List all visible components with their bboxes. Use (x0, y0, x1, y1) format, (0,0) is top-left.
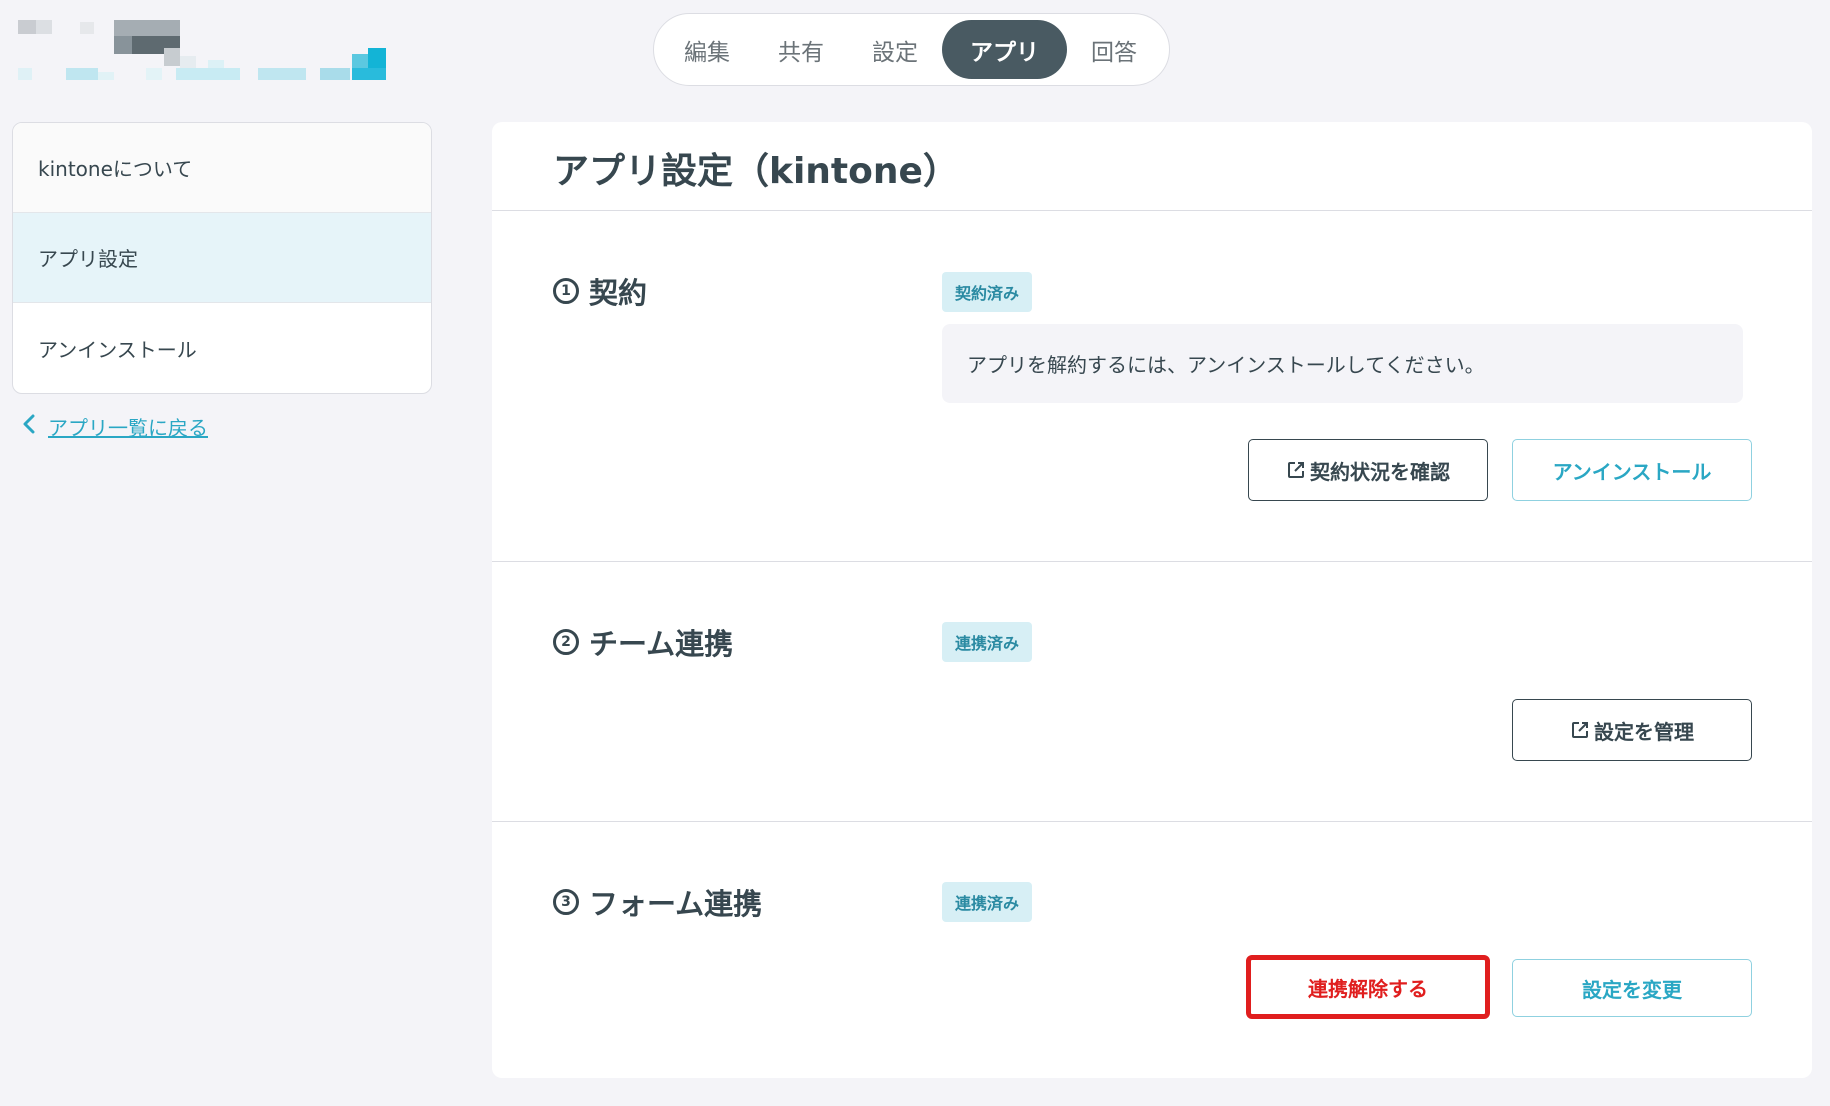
chevron-left-icon (22, 414, 36, 439)
back-to-app-list-link[interactable]: アプリ一覧に戻る (22, 412, 208, 441)
tab-apps[interactable]: アプリ (942, 20, 1067, 79)
external-link-icon (1570, 720, 1590, 740)
app-page: 編集 共有 設定 アプリ 回答 kintoneについて アプリ設定 アンインスト… (0, 0, 1830, 1106)
top-tab-bar: 編集 共有 設定 アプリ 回答 (653, 13, 1170, 86)
section-title-text: チーム連携 (589, 627, 734, 661)
button-label: 契約状況を確認 (1310, 459, 1450, 484)
sidebar-item-app-settings[interactable]: アプリ設定 (13, 213, 431, 303)
section-title-text: フォーム連携 (589, 887, 763, 921)
sidebar-item-about-kintone[interactable]: kintoneについて (13, 123, 431, 213)
section-team-integration-title: 2 チーム連携 (553, 621, 733, 663)
manage-settings-button[interactable]: 設定を管理 (1512, 699, 1752, 761)
circled-number-icon: 3 (553, 889, 579, 915)
external-link-icon (1286, 460, 1306, 480)
team-integration-status-badge: 連携済み (942, 622, 1033, 662)
uninstall-button[interactable]: アンインストール (1512, 439, 1752, 501)
check-contract-status-button[interactable]: 契約状況を確認 (1248, 439, 1488, 501)
tab-share[interactable]: 共有 (754, 20, 848, 79)
sidebar-item-uninstall[interactable]: アンインストール (13, 303, 431, 393)
circled-number-icon: 2 (553, 629, 579, 655)
back-link-label: アプリ一覧に戻る (48, 416, 208, 440)
unlink-integration-button[interactable]: 連携解除する (1246, 955, 1490, 1019)
app-logo (18, 20, 388, 82)
circled-number-icon: 1 (553, 278, 579, 304)
sidebar: kintoneについて アプリ設定 アンインストール (12, 122, 432, 394)
tab-settings[interactable]: 設定 (848, 20, 942, 79)
button-label: アンインストール (1552, 459, 1712, 484)
section-contract-title: 1 契約 (553, 270, 647, 312)
button-label: 連携解除する (1308, 976, 1428, 1001)
section-form-integration-title: 3 フォーム連携 (553, 881, 762, 923)
tab-responses[interactable]: 回答 (1067, 20, 1161, 79)
divider (492, 821, 1812, 822)
tab-edit[interactable]: 編集 (660, 20, 754, 79)
section-title-text: 契約 (589, 276, 648, 310)
contract-note: アプリを解約するには、アンインストールしてください。 (942, 324, 1743, 403)
change-settings-button[interactable]: 設定を変更 (1512, 959, 1752, 1017)
divider (492, 561, 1812, 562)
divider (492, 210, 1812, 211)
button-label: 設定を変更 (1582, 977, 1682, 1002)
app-settings-panel: アプリ設定（kintone） 1 契約 契約済み アプリを解約するには、アンイン… (492, 122, 1812, 1078)
form-integration-status-badge: 連携済み (942, 882, 1033, 922)
contract-status-badge: 契約済み (942, 272, 1033, 312)
button-label: 設定を管理 (1594, 719, 1694, 744)
page-title: アプリ設定（kintone） (553, 151, 959, 192)
